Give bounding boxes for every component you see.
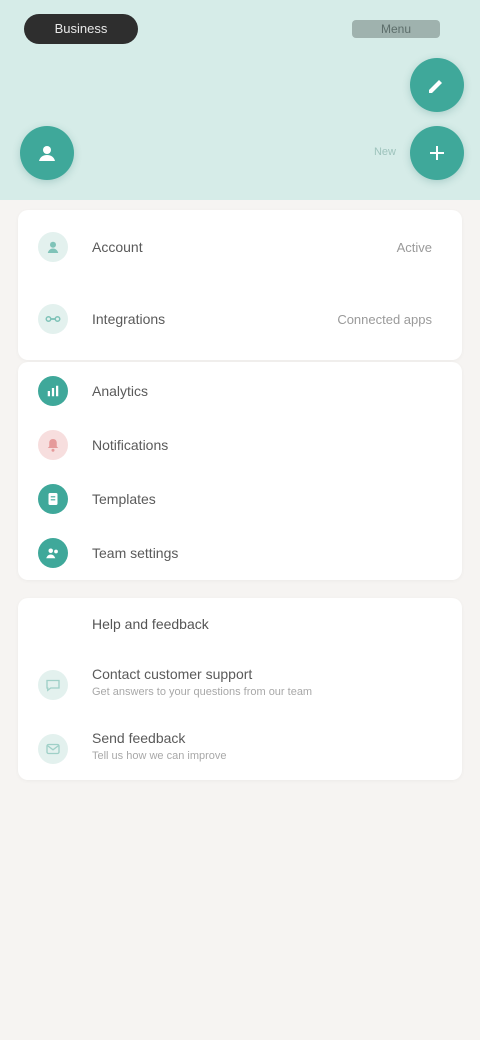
- document-icon: [38, 484, 68, 514]
- list-item-integrations[interactable]: Integrations Connected apps: [18, 294, 462, 344]
- list-item-contact-support[interactable]: Contact customer support Get answers to …: [18, 656, 462, 714]
- row-value: Active: [396, 239, 432, 255]
- row-label: Send feedback: [92, 730, 186, 746]
- list-item-send-feedback[interactable]: Send feedback Tell us how we can improve: [18, 720, 462, 778]
- people-icon: [38, 538, 68, 568]
- message-icon: [38, 734, 68, 764]
- list-item-templates[interactable]: Templates: [18, 474, 462, 524]
- section-title: Help and feedback: [92, 616, 209, 632]
- avatar-button[interactable]: [20, 126, 74, 180]
- row-label: Analytics: [92, 383, 149, 399]
- tools-card: Analytics Notifications Templates Team s…: [18, 362, 462, 580]
- account-card: Account Active Integrations Connected ap…: [18, 210, 462, 360]
- row-label: Notifications: [92, 437, 169, 453]
- add-button[interactable]: [410, 126, 464, 180]
- help-card: Help and feedback Contact customer suppo…: [18, 598, 462, 780]
- person-icon: [39, 146, 55, 161]
- pencil-icon: [429, 80, 442, 93]
- list-item-analytics[interactable]: Analytics: [18, 366, 462, 416]
- bell-icon: [38, 430, 68, 460]
- row-subtitle: Tell us how we can improve: [92, 750, 227, 762]
- header-panel: Business Menu New: [0, 0, 480, 200]
- user-icon: [38, 232, 68, 262]
- row-value: Connected apps: [337, 311, 432, 327]
- plus-icon: [430, 146, 444, 160]
- list-item-account[interactable]: Account Active: [18, 222, 462, 272]
- row-label: Account: [92, 239, 143, 255]
- row-label: Contact customer support: [92, 666, 253, 682]
- row-label: Integrations: [92, 311, 166, 327]
- row-subtitle: Get answers to your questions from our t…: [92, 686, 313, 698]
- edit-button[interactable]: [410, 58, 464, 112]
- profile-pill[interactable]: Business: [24, 14, 138, 44]
- list-item-team-settings[interactable]: Team settings: [18, 528, 462, 578]
- list-item-notifications[interactable]: Notifications: [18, 420, 462, 470]
- row-label: Templates: [92, 491, 156, 507]
- menu-link[interactable]: Menu: [352, 20, 440, 38]
- row-label: Team settings: [92, 545, 179, 561]
- new-label: New: [373, 146, 396, 158]
- link-icon: [38, 304, 68, 334]
- chart-icon: [38, 376, 68, 406]
- chat-icon: [38, 670, 68, 700]
